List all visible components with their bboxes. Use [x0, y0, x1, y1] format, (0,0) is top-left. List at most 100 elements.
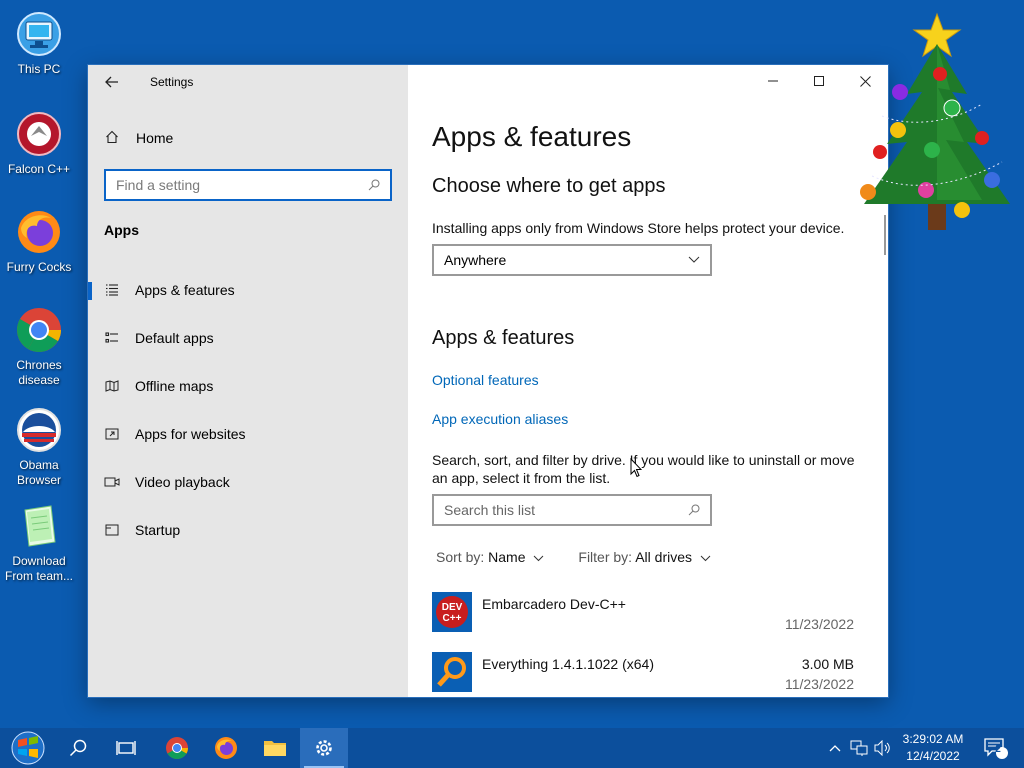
volume-tray-button[interactable] — [872, 728, 894, 768]
falcon-cpp-icon — [15, 110, 63, 158]
action-center-button[interactable]: 2 — [978, 728, 1014, 768]
settings-content: Apps & features Choose where to get apps… — [408, 65, 888, 697]
page-title: Apps & features — [432, 121, 632, 152]
maximize-button[interactable] — [796, 65, 842, 97]
default-apps-icon — [88, 332, 135, 344]
nav-item-video-playback[interactable]: Video playback — [88, 462, 408, 502]
app-name: Embarcadero Dev-C++ — [482, 596, 626, 612]
desktop-icon-label: This PC — [17, 62, 61, 76]
app-execution-aliases-link[interactable]: App execution aliases — [432, 411, 568, 427]
app-source-dropdown[interactable]: Anywhere — [432, 244, 712, 276]
taskbar-settings[interactable] — [300, 728, 348, 768]
chevron-down-icon — [534, 555, 544, 562]
features-heading: Apps & features — [432, 327, 575, 349]
nav-item-offline-maps[interactable]: Offline maps — [88, 366, 408, 406]
start-orb-icon — [11, 731, 45, 765]
title-bar: Settings — [88, 65, 408, 99]
firefox-icon — [15, 208, 63, 256]
chevron-down-icon — [688, 256, 700, 263]
speaker-icon — [874, 740, 890, 756]
optional-features-link[interactable]: Optional features — [432, 372, 539, 388]
taskbar-file-explorer[interactable] — [251, 728, 299, 768]
app-source-value: Anywhere — [444, 252, 507, 268]
desktop-icon-label: Furry Cocks — [6, 260, 72, 274]
network-icon — [850, 740, 868, 756]
nav-item-label: Apps & features — [135, 282, 235, 298]
nav-item-default-apps[interactable]: Default apps — [88, 318, 408, 358]
sort-label: Sort by: — [436, 549, 485, 565]
video-icon — [88, 476, 135, 488]
chrome-icon — [15, 306, 63, 354]
gear-icon — [316, 740, 332, 756]
nav-item-label: Default apps — [135, 330, 214, 346]
nav-item-apps-websites[interactable]: Apps for websites — [88, 414, 408, 454]
obama-logo-icon — [15, 406, 63, 454]
taskbar-clock[interactable]: 3:29:02 AM 12/4/2022 — [898, 731, 968, 765]
settings-nav-pane: Settings Home Find a setting Apps Apps &… — [88, 65, 408, 697]
taskbar-firefox[interactable] — [202, 728, 250, 768]
desktop-icon-label: Download From team... — [4, 554, 73, 583]
nav-home-label: Home — [136, 130, 174, 146]
mouse-cursor — [630, 457, 643, 483]
desktop-icon-obama-browser[interactable]: Obama Browser — [2, 406, 76, 488]
search-icon — [368, 179, 380, 191]
maximize-icon — [814, 76, 824, 86]
app-list-item[interactable]: Everything 1.4.1.1022 (x64) 3.00 MB 11/2… — [432, 648, 856, 697]
nav-home[interactable]: Home — [88, 121, 408, 155]
nav-item-startup[interactable]: Startup — [88, 510, 408, 550]
app-date: 11/23/2022 — [784, 676, 854, 692]
show-hidden-icons-button[interactable] — [826, 728, 844, 768]
desktop-icon-label: Obama Browser — [16, 458, 61, 487]
search-list-placeholder: Search this list — [444, 502, 536, 518]
desktop-icon-this-pc[interactable]: This PC — [2, 10, 76, 77]
taskbar-chrome[interactable] — [153, 728, 201, 768]
desktop-icon-firefox[interactable]: Furry Cocks — [2, 208, 76, 275]
nav-item-label: Startup — [135, 522, 181, 538]
desktop-icon-download[interactable]: Download From team... — [2, 502, 76, 584]
chevron-up-icon — [829, 745, 841, 752]
chrome-icon — [166, 737, 188, 759]
search-button[interactable] — [54, 728, 102, 768]
sort-dropdown[interactable]: Sort by: Name — [436, 549, 544, 565]
selection-indicator — [88, 282, 92, 300]
minimize-icon — [768, 80, 778, 82]
taskbar: 3:29:02 AM 12/4/2022 2 — [0, 728, 1024, 768]
nav-section-title: Apps — [104, 222, 139, 238]
start-button[interactable] — [4, 728, 52, 768]
desktop-icon-falcon[interactable]: Falcon C++ — [2, 110, 76, 177]
task-view-icon — [116, 741, 136, 755]
choose-heading: Choose where to get apps — [432, 175, 666, 197]
startup-icon — [88, 524, 135, 536]
desktop-icon-chrome[interactable]: Chrones disease — [2, 306, 76, 388]
nav-item-label: Video playback — [135, 474, 230, 490]
notification-count: 2 — [995, 744, 1001, 755]
computer-icon — [15, 10, 63, 58]
search-list-input[interactable]: Search this list — [432, 494, 712, 526]
app-size: 3.00 MB — [801, 656, 854, 672]
folder-icon — [264, 741, 286, 756]
app-list-item[interactable]: DEV C++ Embarcadero Dev-C++ 11/23/2022 — [432, 588, 856, 648]
network-tray-button[interactable] — [848, 728, 870, 768]
window-title: Settings — [150, 75, 194, 89]
desktop-icon-label: Falcon C++ — [7, 162, 71, 176]
search-icon — [69, 739, 87, 757]
filter-value: All drives — [635, 549, 692, 565]
search-description: Search, sort, and filter by drive. If yo… — [432, 452, 855, 486]
everything-logo-icon — [432, 652, 472, 692]
back-arrow-icon — [105, 76, 118, 88]
notepad-icon — [15, 502, 63, 550]
clock-date: 12/4/2022 — [906, 749, 960, 763]
task-view-button[interactable] — [102, 728, 150, 768]
minimize-button[interactable] — [750, 65, 796, 97]
svg-text:C++: C++ — [443, 613, 462, 624]
web-apps-icon — [88, 428, 135, 440]
choose-description: Installing apps only from Windows Store … — [432, 220, 845, 236]
find-setting-input[interactable]: Find a setting — [104, 169, 392, 201]
svg-text:DEV: DEV — [442, 602, 463, 613]
filter-dropdown[interactable]: Filter by: All drives — [578, 549, 711, 565]
back-button[interactable] — [88, 65, 136, 99]
search-icon — [688, 504, 700, 516]
settings-window: Settings Home Find a setting Apps Apps &… — [88, 65, 888, 697]
nav-item-apps-features[interactable]: Apps & features — [88, 270, 408, 310]
desktop-icon-label: Chrones disease — [16, 358, 62, 387]
